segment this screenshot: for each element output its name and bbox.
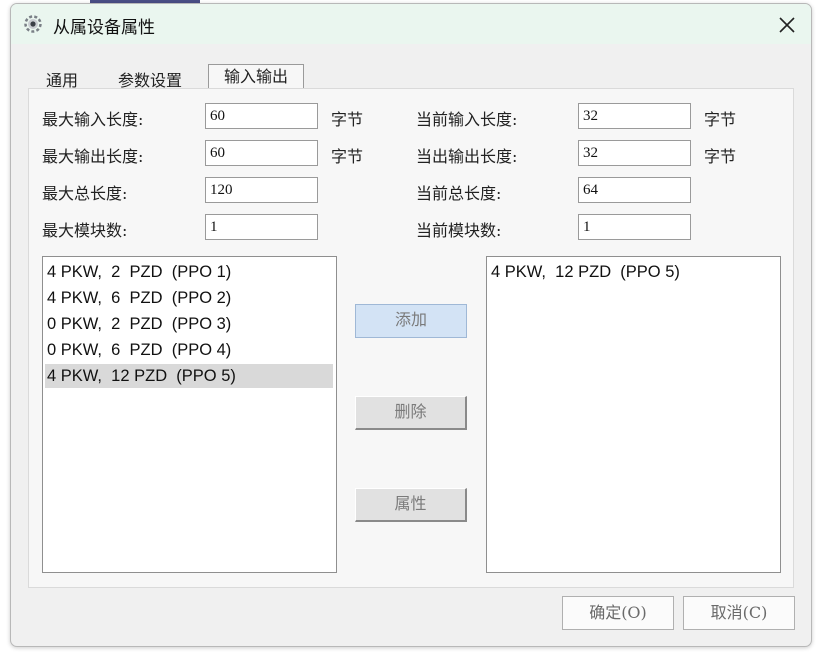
- list-item[interactable]: 4 PKW, 12 PZD (PPO 5): [489, 260, 680, 284]
- list-item[interactable]: 0 PKW, 6 PZD (PPO 4): [45, 338, 231, 362]
- max-output-length-unit: 字节: [331, 147, 364, 166]
- ok-button[interactable]: 确定(O): [562, 596, 674, 630]
- cancel-button[interactable]: 取消(C): [683, 596, 795, 630]
- max-modules-label: 最大模块数:: [42, 221, 128, 240]
- current-input-length-field[interactable]: 32: [578, 103, 691, 129]
- max-input-length-unit: 字节: [331, 110, 364, 129]
- current-input-length-label: 当前输入长度:: [416, 110, 518, 129]
- current-output-length-field[interactable]: 32: [578, 140, 691, 166]
- max-input-length-field[interactable]: 60: [205, 103, 318, 129]
- list-item[interactable]: 4 PKW, 2 PZD (PPO 1): [45, 260, 231, 284]
- list-item[interactable]: 0 PKW, 2 PZD (PPO 3): [45, 312, 231, 336]
- max-input-length-label: 最大输入长度:: [42, 110, 144, 129]
- window-title: 从属设备属性: [53, 18, 155, 38]
- device-properties-dialog: 从属设备属性 通用 参数设置 输入输出 最大输入长度: 60 字节 最大输出长度…: [10, 3, 812, 647]
- available-modules-list[interactable]: 4 PKW, 2 PZD (PPO 1) 4 PKW, 6 PZD (PPO 2…: [42, 256, 337, 573]
- max-total-length-label: 最大总长度:: [42, 184, 128, 203]
- current-input-length-unit: 字节: [704, 110, 737, 129]
- max-output-length-field[interactable]: 60: [205, 140, 318, 166]
- current-modules-field[interactable]: 1: [578, 214, 691, 240]
- close-icon[interactable]: [769, 8, 805, 42]
- list-item[interactable]: 4 PKW, 6 PZD (PPO 2): [45, 286, 231, 310]
- max-total-length-field[interactable]: 120: [205, 177, 318, 203]
- list-item-selected[interactable]: 4 PKW, 12 PZD (PPO 5): [45, 364, 333, 388]
- current-total-length-field[interactable]: 64: [578, 177, 691, 203]
- delete-button[interactable]: 删除: [355, 396, 467, 430]
- current-modules-label: 当前模块数:: [416, 221, 502, 240]
- configured-modules-list[interactable]: 4 PKW, 12 PZD (PPO 5): [486, 256, 781, 573]
- title-bar[interactable]: 从属设备属性: [11, 4, 811, 44]
- current-output-length-unit: 字节: [704, 147, 737, 166]
- add-button[interactable]: 添加: [355, 304, 467, 338]
- gear-icon: [23, 14, 43, 34]
- properties-button[interactable]: 属性: [355, 488, 467, 522]
- current-output-length-label: 当出输出长度:: [416, 147, 518, 166]
- current-total-length-label: 当前总长度:: [416, 184, 502, 203]
- max-modules-field[interactable]: 1: [205, 214, 318, 240]
- max-output-length-label: 最大输出长度:: [42, 147, 144, 166]
- tab-io[interactable]: 输入输出: [208, 64, 305, 89]
